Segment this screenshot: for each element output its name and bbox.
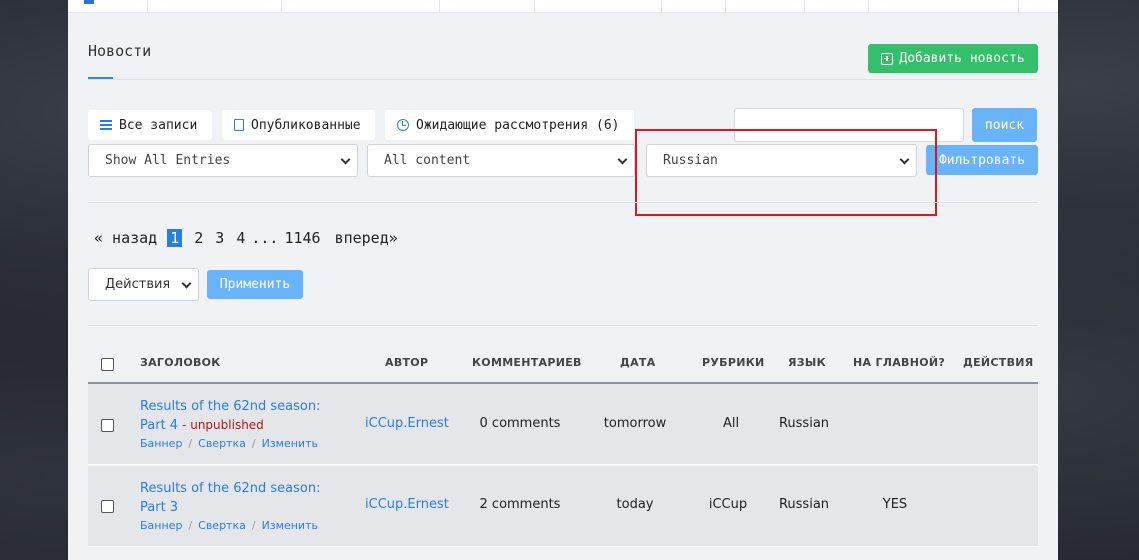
banner-link[interactable]: Баннер [140, 519, 182, 532]
divider [88, 325, 1038, 326]
collapse-link[interactable]: Свертка [198, 437, 246, 450]
logo-icon [84, 0, 94, 4]
edit-link[interactable]: Изменить [262, 519, 318, 532]
table-row: Results of the 62nd season: Part 3 Банне… [88, 466, 1038, 547]
pagination-current: 1 [167, 229, 183, 247]
add-news-button[interactable]: Добавить новость [868, 44, 1038, 73]
pagination-last[interactable]: 1146 [284, 229, 320, 247]
collapse-link[interactable]: Свертка [198, 519, 246, 532]
tab-all-entries[interactable]: Все записи [88, 110, 212, 140]
content-filter-value: All content [384, 153, 471, 168]
pagination-page[interactable]: 2 [194, 229, 203, 247]
author-link[interactable]: iCCup.Ernest [365, 497, 449, 512]
status-badge: - unpublished [182, 418, 264, 432]
chevron-down-icon [181, 278, 192, 289]
select-all-checkbox[interactable] [101, 358, 114, 371]
add-news-label: Добавить новость [899, 51, 1025, 66]
column-header-categories[interactable]: РУБРИКИ [702, 356, 765, 369]
content-filter-select[interactable]: All content [367, 144, 635, 177]
comments-count[interactable]: 2 comments [470, 497, 570, 512]
news-title-link[interactable]: Results of the 62nd season: Part 4- unpu… [140, 397, 345, 435]
category-cell: iCCup [708, 497, 748, 512]
pagination-page[interactable]: 3 [215, 229, 224, 247]
chevron-down-icon [340, 154, 351, 165]
pagination: « назад 1 2 3 4 ... 1146 вперед» [94, 229, 398, 247]
plus-square-icon [881, 52, 894, 65]
pagination-page[interactable]: 4 [236, 229, 245, 247]
column-header-actions: ДЕЙСТВИЯ [963, 356, 1034, 369]
chevron-down-icon [617, 154, 628, 165]
tab-pending[interactable]: Ожидающие рассмотрения (6) [385, 110, 634, 140]
column-header-language[interactable]: ЯЗЫК [788, 356, 826, 369]
apply-button[interactable]: Применить [207, 270, 303, 299]
row-checkbox[interactable] [101, 419, 114, 432]
column-header-date[interactable]: ДАТА [620, 356, 656, 369]
bulk-actions-select[interactable]: Действия [88, 268, 199, 301]
date-cell: today [616, 497, 654, 512]
table-header: ЗАГОЛОВОК АВТОР КОММЕНТАРИЕВ ДАТА РУБРИК… [88, 346, 1038, 384]
page-title: Новости [88, 42, 152, 60]
tab-published[interactable]: Опубликованные [222, 110, 375, 140]
list-icon [100, 120, 112, 130]
row-checkbox[interactable] [101, 500, 114, 513]
frontpage-cell: YES [882, 497, 908, 512]
bulk-actions-value: Действия [105, 277, 171, 292]
news-title: Results of the 62nd season: Part 3 [140, 481, 321, 515]
date-cell: tomorrow [603, 416, 667, 431]
tab-label: Ожидающие рассмотрения (6) [416, 117, 620, 133]
tab-label: Все записи [119, 117, 198, 133]
row-links: Баннер / Свертка / Изменить [140, 519, 318, 532]
column-header-frontpage[interactable]: НА ГЛАВНОЙ? [853, 356, 945, 369]
divider [88, 202, 1038, 203]
filter-button[interactable]: Фильтровать [926, 145, 1038, 175]
comments-count[interactable]: 0 comments [470, 416, 570, 431]
admin-panel: Новости Добавить новость Все записи Опуб… [68, 0, 1058, 560]
news-title-link[interactable]: Results of the 62nd season: Part 3 [140, 479, 345, 517]
language-cell: Russian [778, 497, 830, 512]
column-header-comments[interactable]: КОММЕНТАРИЕВ [472, 356, 582, 369]
category-cell: All [722, 416, 740, 431]
language-cell: Russian [778, 416, 830, 431]
pagination-next[interactable]: вперед» [335, 229, 398, 247]
column-header-author[interactable]: АВТОР [385, 356, 428, 369]
author-link[interactable]: iCCup.Ernest [365, 416, 449, 431]
row-links: Баннер / Свертка / Изменить [140, 437, 318, 450]
search-button[interactable]: поиск [972, 108, 1037, 142]
edit-link[interactable]: Изменить [262, 437, 318, 450]
entries-filter-select[interactable]: Show All Entries [88, 144, 358, 177]
table-row: Results of the 62nd season: Part 4- unpu… [88, 384, 1038, 465]
banner-link[interactable]: Баннер [140, 437, 182, 450]
column-header-title[interactable]: ЗАГОЛОВОК [140, 356, 221, 369]
divider [88, 79, 1038, 80]
clock-icon [397, 119, 409, 131]
tab-label: Опубликованные [251, 117, 361, 133]
entries-filter-value: Show All Entries [105, 153, 231, 168]
document-icon [234, 119, 244, 131]
pagination-ellipsis: ... [251, 229, 279, 247]
top-navigation [68, 0, 1058, 13]
pagination-prev[interactable]: « назад [94, 229, 157, 247]
